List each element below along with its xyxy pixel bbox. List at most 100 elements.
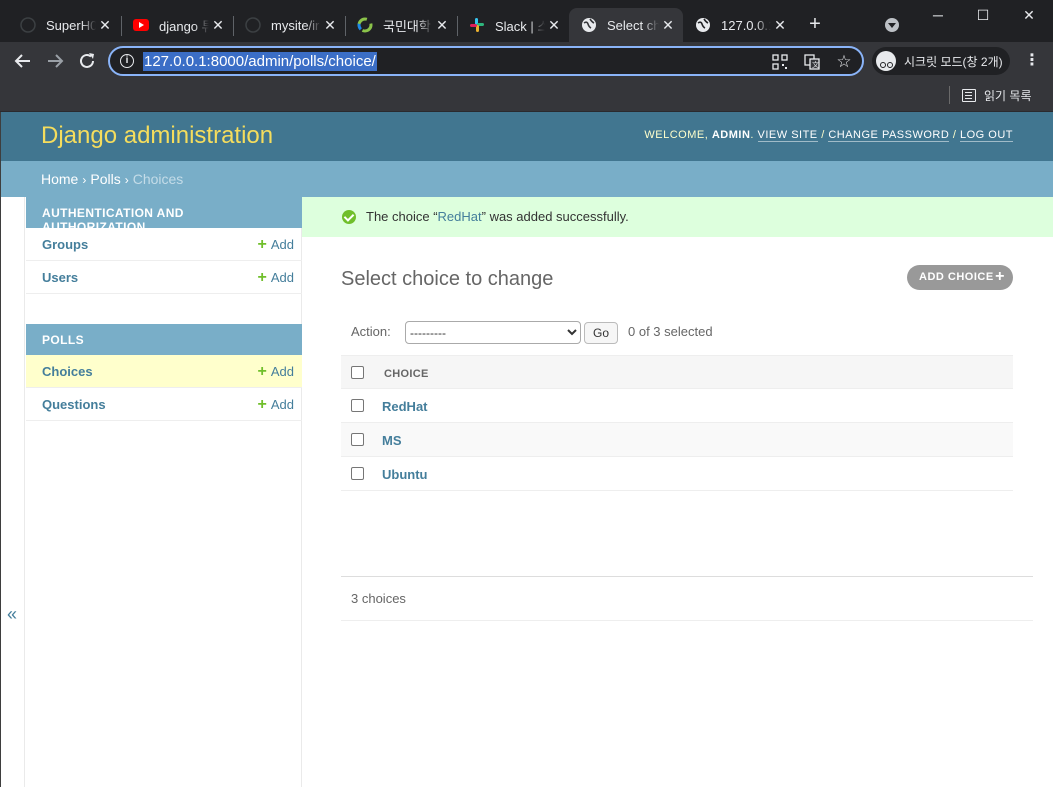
go-button[interactable]: Go bbox=[584, 322, 618, 344]
close-icon[interactable]: ✕ bbox=[321, 17, 339, 34]
nav-sidebar: Authentication and Authorization Groups … bbox=[24, 197, 302, 787]
row-checkbox[interactable] bbox=[351, 399, 364, 412]
globe-icon bbox=[581, 17, 597, 33]
close-icon[interactable]: ✕ bbox=[96, 17, 114, 34]
choice-link[interactable]: RedHat bbox=[382, 399, 428, 414]
github-icon bbox=[20, 17, 36, 33]
sidebar-toggle-button[interactable]: « bbox=[7, 604, 17, 625]
plus-icon: + bbox=[257, 363, 267, 380]
welcome-text: Welcome, bbox=[644, 129, 712, 141]
new-tab-button[interactable]: + bbox=[804, 13, 826, 35]
add-questions-link[interactable]: + Add bbox=[258, 397, 294, 413]
browser-tab-7[interactable]: 127.0.0.1 ✕ bbox=[683, 8, 795, 42]
maximize-button[interactable]: ☐ bbox=[960, 4, 1006, 26]
sidebar-item-label[interactable]: Choices bbox=[42, 364, 93, 379]
site-brand[interactable]: Django administration bbox=[41, 122, 273, 150]
log-out-link[interactable]: Log out bbox=[959, 129, 1013, 142]
arrow-left-icon bbox=[14, 54, 30, 68]
table-row: RedHat bbox=[341, 389, 1013, 423]
choice-link[interactable]: Ubuntu bbox=[382, 467, 427, 482]
arrow-right-icon bbox=[48, 54, 64, 68]
action-select[interactable]: --------- bbox=[405, 321, 581, 344]
tab-title: 127.0.0.1 bbox=[721, 17, 771, 33]
action-label: Action: bbox=[351, 324, 391, 339]
module-auth: Authentication and Authorization Groups … bbox=[26, 197, 302, 294]
breadcrumb-current: Choices bbox=[132, 171, 184, 187]
kookmin-icon bbox=[357, 17, 373, 33]
browser-menu-icon[interactable]: ⋮ bbox=[1024, 51, 1040, 71]
browser-tab-4[interactable]: 국민대학 ✕ bbox=[345, 8, 457, 42]
browser-tab-2[interactable]: django 튜 ✕ bbox=[121, 8, 233, 42]
reload-button[interactable] bbox=[76, 50, 98, 72]
close-icon[interactable]: ✕ bbox=[771, 17, 789, 34]
close-icon[interactable]: ✕ bbox=[545, 17, 563, 34]
qr-code-icon[interactable] bbox=[772, 54, 788, 70]
browser-tab-strip: SuperH0 ✕ django 튜 ✕ mysite/ir ✕ 국민대학 ✕ … bbox=[0, 0, 1053, 42]
main-content: The choice “RedHat” was added successful… bbox=[302, 197, 1053, 787]
tab-title: django 튜 bbox=[159, 18, 209, 34]
browser-tab-1[interactable]: SuperH0 ✕ bbox=[8, 8, 120, 42]
incognito-indicator[interactable]: 시크릿 모드(창 2개) bbox=[872, 47, 1010, 75]
column-header-choice[interactable]: CHOICE bbox=[384, 368, 429, 380]
view-site-link[interactable]: View site bbox=[757, 129, 818, 142]
add-choice-button[interactable]: Add choice + bbox=[907, 265, 1013, 290]
row-checkbox[interactable] bbox=[351, 433, 364, 446]
sidebar-item-label[interactable]: Groups bbox=[42, 237, 88, 252]
incognito-label: 시크릿 모드(창 2개) bbox=[904, 54, 1003, 69]
browser-tab-3[interactable]: mysite/ir ✕ bbox=[233, 8, 345, 42]
add-label: Add bbox=[270, 237, 294, 252]
github-icon bbox=[245, 17, 261, 33]
add-users-link[interactable]: + Add bbox=[258, 270, 294, 286]
message-object-link[interactable]: RedHat bbox=[438, 209, 482, 224]
reading-list-icon bbox=[962, 88, 976, 102]
url-text[interactable]: 127.0.0.1:8000/admin/polls/choice/ bbox=[143, 52, 377, 71]
breadcrumb-polls[interactable]: Polls bbox=[90, 171, 120, 187]
site-info-icon[interactable]: i bbox=[120, 54, 134, 68]
selection-counter: 0 of 3 selected bbox=[628, 324, 713, 339]
table-header: CHOICE bbox=[341, 355, 1013, 389]
address-bar[interactable]: i 127.0.0.1:8000/admin/polls/choice/ 文 ☆ bbox=[108, 46, 864, 76]
add-label: Add bbox=[270, 364, 294, 379]
sidebar-item-users: Users + Add bbox=[26, 261, 302, 294]
change-password-link[interactable]: Change password bbox=[828, 129, 950, 142]
tab-title: mysite/ir bbox=[271, 17, 320, 33]
reading-list-button[interactable]: 읽기 목록 bbox=[962, 85, 1032, 105]
choice-link[interactable]: MS bbox=[382, 433, 402, 448]
message-text: The choice “ bbox=[366, 209, 438, 224]
add-groups-link[interactable]: + Add bbox=[257, 236, 294, 253]
module-polls: Polls Choices + Add Questions + Add bbox=[26, 324, 302, 421]
module-caption[interactable]: Authentication and Authorization bbox=[26, 197, 302, 234]
browser-toolbar: i 127.0.0.1:8000/admin/polls/choice/ 文 ☆… bbox=[0, 42, 1053, 80]
breadcrumb-home[interactable]: Home bbox=[41, 171, 78, 187]
sidebar-item-label[interactable]: Questions bbox=[42, 397, 106, 412]
row-checkbox[interactable] bbox=[351, 467, 364, 480]
message-text: ” was added successfully. bbox=[481, 209, 629, 224]
incognito-icon bbox=[876, 51, 896, 71]
paginator: 3 choices bbox=[341, 576, 1033, 621]
admin-page: Django administration Welcome, admin. Vi… bbox=[0, 112, 1053, 787]
sidebar-item-groups: Groups + Add bbox=[26, 228, 302, 261]
window-close-button[interactable]: ✕ bbox=[1006, 4, 1052, 26]
browser-tab-5[interactable]: Slack | 스 ✕ bbox=[457, 8, 569, 42]
back-button[interactable] bbox=[12, 50, 34, 72]
plus-icon: + bbox=[257, 236, 267, 253]
forward-button[interactable] bbox=[44, 50, 66, 72]
success-message: The choice “RedHat” was added successful… bbox=[302, 197, 1053, 237]
bookmarks-separator bbox=[949, 86, 950, 104]
tab-title: 국민대학 bbox=[383, 18, 431, 34]
add-choices-link[interactable]: + Add bbox=[257, 363, 294, 380]
minimize-button[interactable]: ─ bbox=[915, 4, 961, 26]
bookmark-star-icon[interactable]: ☆ bbox=[836, 53, 852, 70]
close-icon[interactable]: ✕ bbox=[209, 17, 227, 34]
module-caption[interactable]: Polls bbox=[26, 324, 302, 355]
svg-text:文: 文 bbox=[812, 60, 819, 69]
tab-search-icon[interactable] bbox=[885, 18, 899, 32]
close-icon[interactable]: ✕ bbox=[659, 17, 677, 34]
bookmarks-bar: 읽기 목록 bbox=[0, 80, 1053, 112]
breadcrumb: Home › Polls › Choices bbox=[1, 161, 1053, 197]
close-icon[interactable]: ✕ bbox=[433, 17, 451, 34]
translate-icon[interactable]: 文 bbox=[804, 54, 820, 70]
browser-tab-6-active[interactable]: Select ch ✕ bbox=[569, 8, 683, 42]
sidebar-item-label[interactable]: Users bbox=[42, 270, 78, 285]
select-all-checkbox[interactable] bbox=[351, 366, 364, 379]
